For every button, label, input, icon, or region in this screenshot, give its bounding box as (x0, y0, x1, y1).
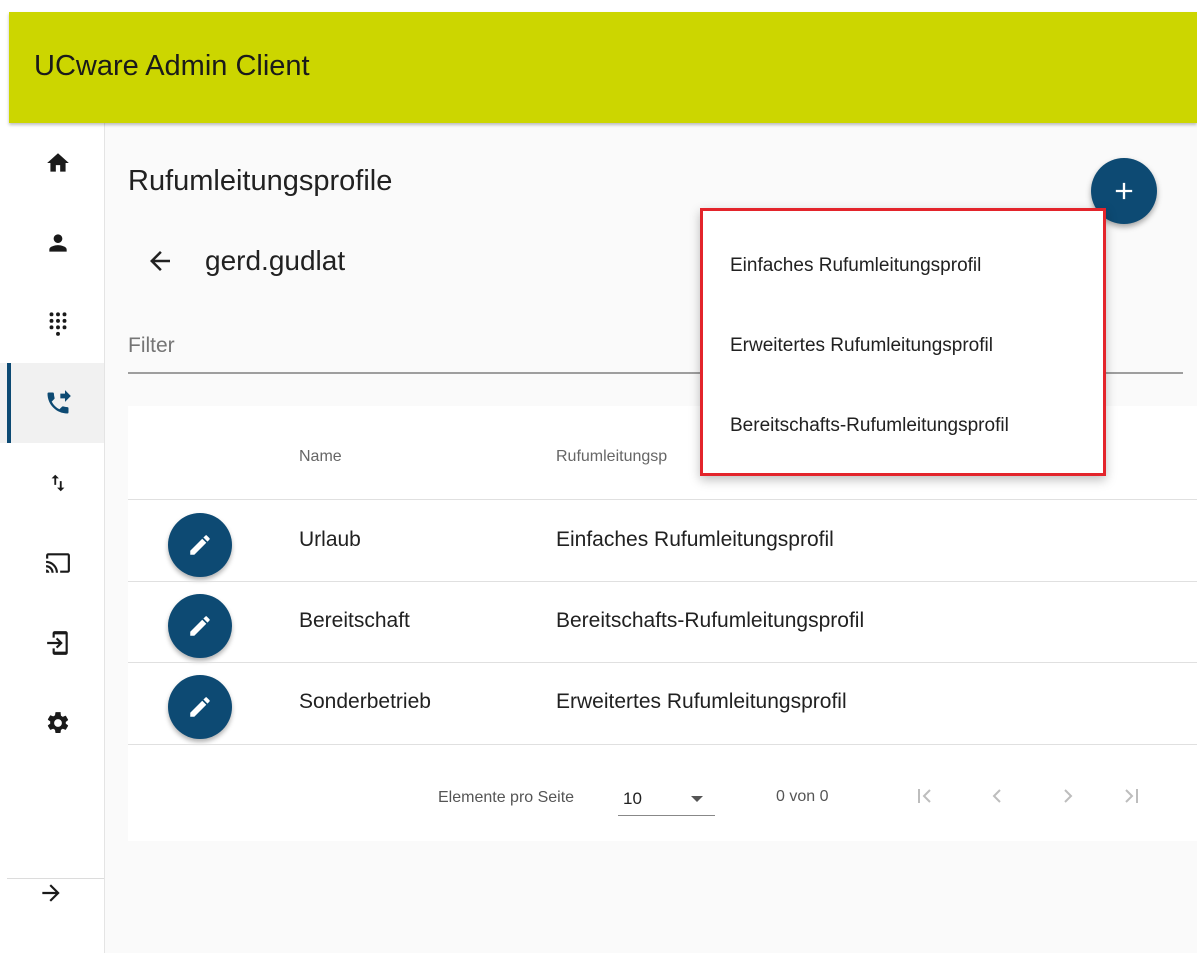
edit-button[interactable] (168, 594, 232, 658)
sidebar-item-devices[interactable] (0, 523, 104, 603)
edit-button[interactable] (168, 513, 232, 577)
menu-item-label: Erweitertes Rufumleitungsprofil (730, 335, 993, 356)
previous-page-button[interactable] (980, 779, 1014, 813)
page-range: 0 von 0 (776, 788, 829, 805)
arrow-right-icon[interactable] (38, 880, 64, 906)
sidebar (0, 123, 105, 953)
page-size-value: 10 (623, 789, 642, 808)
last-page-button[interactable] (1114, 779, 1148, 813)
chevron-down-icon (691, 796, 703, 802)
user-name: gerd.gudlat (205, 245, 346, 276)
table-row: Urlaub Einfaches Rufumleitungsprofil (128, 500, 1197, 582)
user-header: gerd.gudlat (145, 241, 345, 281)
sidebar-item-import-export[interactable] (0, 443, 104, 523)
menu-item-standby-profile[interactable]: Bereitschafts-Rufumleitungsprofil (703, 386, 1103, 466)
login-icon (47, 631, 68, 655)
chevron-right-icon (1064, 789, 1073, 803)
sidebar-item-home[interactable] (0, 123, 104, 203)
page-size-select[interactable]: 10 (618, 781, 715, 816)
sidebar-item-users[interactable] (0, 203, 104, 283)
person-icon (49, 234, 67, 252)
menu-item-extended-profile[interactable]: Erweitertes Rufumleitungsprofil (703, 306, 1103, 386)
menu-item-label: Bereitschafts-Rufumleitungsprofil (730, 415, 1009, 436)
profile-name: Sonderbetrieb (299, 690, 431, 713)
row-divider (128, 744, 1197, 745)
profile-name: Urlaub (299, 528, 361, 551)
cast-icon (46, 553, 70, 573)
first-page-icon (918, 789, 931, 803)
profile-type: Einfaches Rufumleitungsprofil (556, 528, 834, 551)
profile-type: Bereitschafts-Rufumleitungsprofil (556, 609, 865, 632)
sidebar-item-dialplan[interactable] (0, 283, 104, 363)
sidebar-divider (7, 878, 104, 879)
pencil-icon (190, 616, 210, 636)
page-size-label: Elemente pro Seite (438, 789, 575, 806)
profile-type: Erweitertes Rufumleitungsprofil (556, 690, 847, 713)
chevron-left-icon (992, 789, 1001, 803)
next-page-button[interactable] (1051, 779, 1085, 813)
first-page-button[interactable] (908, 779, 942, 813)
menu-item-label: Einfaches Rufumleitungsprofil (730, 255, 982, 276)
page-title: Rufumleitungsprofile (128, 165, 393, 197)
menu-item-simple-profile[interactable]: Einfaches Rufumleitungsprofil (703, 226, 1103, 306)
sidebar-item-provisioning[interactable] (0, 603, 104, 683)
home-icon (47, 153, 69, 172)
back-arrow-icon[interactable] (145, 246, 175, 276)
sidebar-item-settings[interactable] (0, 683, 104, 763)
import-export-icon (51, 474, 65, 492)
column-header-type[interactable]: Rufumleitungsp (556, 448, 667, 466)
app-toolbar: UCware Admin Client (9, 12, 1197, 123)
last-page-icon (1125, 789, 1138, 803)
sidebar-item-call-forwarding[interactable] (0, 363, 104, 443)
plus-icon (1115, 182, 1133, 200)
profile-name: Bereitschaft (299, 609, 410, 632)
edit-button[interactable] (168, 675, 232, 739)
phone-forward-icon (47, 390, 71, 414)
dialpad-icon (49, 312, 67, 336)
pencil-icon (190, 697, 210, 717)
table-row: Bereitschaft Bereitschafts-Rufumleitungs… (128, 581, 1197, 663)
add-profile-menu: Einfaches Rufumleitungsprofil Erweiterte… (700, 208, 1106, 476)
pencil-icon (190, 535, 210, 555)
app-title: UCware Admin Client (34, 50, 310, 82)
gear-icon (47, 712, 69, 733)
table-row: Sonderbetrieb Erweitertes Rufumleitungsp… (128, 662, 1197, 744)
column-header-name[interactable]: Name (299, 448, 342, 466)
